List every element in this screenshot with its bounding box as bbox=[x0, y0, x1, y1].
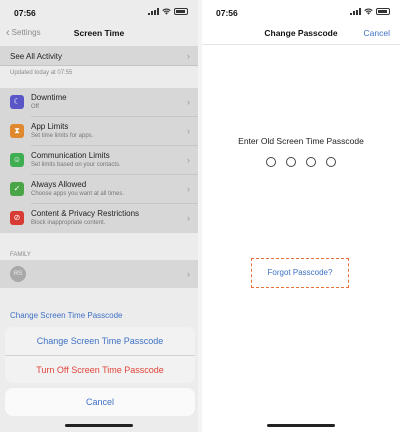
list-item-communication-limits[interactable]: ☺ Communication Limits Set limits based … bbox=[0, 146, 198, 175]
cancel-button[interactable]: Cancel bbox=[364, 28, 390, 38]
screen-time-settings-screen: 07:56 ‹ Settings Screen Time See All Act… bbox=[0, 0, 198, 432]
highlight-box: Forgot Passcode? bbox=[251, 258, 349, 288]
status-bar: 07:56 bbox=[0, 0, 198, 22]
passcode-prompt: Enter Old Screen Time Passcode bbox=[238, 136, 364, 146]
see-all-activity-label: See All Activity bbox=[10, 52, 63, 61]
home-indicator bbox=[65, 424, 133, 427]
item-title: Content & Privacy Restrictions bbox=[31, 209, 140, 218]
chevron-right-icon: › bbox=[187, 97, 190, 107]
chevron-right-icon: › bbox=[187, 155, 190, 165]
check-badge-icon: ✓ bbox=[10, 182, 24, 196]
item-title: Always Allowed bbox=[31, 180, 87, 189]
turn-off-passcode-button[interactable]: Turn Off Screen Time Passcode bbox=[5, 355, 195, 383]
nav-bar: ‹ Settings Screen Time bbox=[0, 22, 198, 46]
item-subtitle: Set time limits for apps. bbox=[31, 133, 94, 139]
passcode-dot bbox=[306, 157, 316, 167]
change-passcode-screen: 07:56 Change Passcode Cancel Enter Old S… bbox=[202, 0, 400, 432]
section-header-family: FAMILY bbox=[10, 252, 31, 258]
passcode-dot bbox=[326, 157, 336, 167]
status-icons bbox=[350, 8, 390, 15]
item-subtitle: Set limits based on your contacts. bbox=[31, 162, 121, 168]
list-item-always-allowed[interactable]: ✓ Always Allowed Choose apps you want at… bbox=[0, 175, 198, 204]
chevron-right-icon: › bbox=[187, 126, 190, 136]
hourglass-icon: ⧗ bbox=[10, 124, 24, 138]
item-title: App Limits bbox=[31, 122, 69, 131]
change-passcode-button[interactable]: Change Screen Time Passcode bbox=[5, 327, 195, 355]
nav-divider bbox=[202, 44, 400, 45]
passcode-dot bbox=[286, 157, 296, 167]
item-title: Downtime bbox=[31, 93, 67, 102]
change-passcode-link[interactable]: Change Screen Time Passcode bbox=[10, 311, 123, 320]
item-subtitle: Block inappropriate content. bbox=[31, 220, 106, 226]
battery-icon bbox=[174, 8, 188, 15]
avatar: RS bbox=[10, 266, 26, 282]
family-member-row[interactable]: RS › bbox=[0, 260, 198, 288]
item-subtitle: Choose apps you want at all times. bbox=[31, 191, 125, 197]
wifi-icon bbox=[162, 8, 171, 15]
passcode-dot bbox=[266, 157, 276, 167]
list-item-downtime[interactable]: ☾ Downtime Off › bbox=[0, 88, 198, 117]
home-indicator bbox=[267, 424, 335, 427]
chevron-right-icon: › bbox=[187, 184, 190, 194]
page-title: Screen Time bbox=[73, 28, 125, 38]
updated-note: Updated today at 07:55 bbox=[10, 70, 73, 76]
signal-icon bbox=[148, 8, 159, 15]
chevron-right-icon: › bbox=[187, 269, 190, 279]
passcode-input[interactable] bbox=[202, 157, 400, 167]
status-icons bbox=[148, 8, 188, 15]
sheet-cancel-button[interactable]: Cancel bbox=[5, 388, 195, 416]
moon-icon: ☾ bbox=[10, 95, 24, 109]
status-time: 07:56 bbox=[14, 8, 36, 18]
see-all-activity-row[interactable]: See All Activity › bbox=[0, 46, 198, 66]
chevron-right-icon: › bbox=[187, 51, 190, 61]
status-time: 07:56 bbox=[216, 8, 238, 18]
chevron-right-icon: › bbox=[187, 213, 190, 223]
status-bar: 07:56 bbox=[202, 0, 400, 22]
item-title: Communication Limits bbox=[31, 151, 110, 160]
no-entry-icon: ⊘ bbox=[10, 211, 24, 225]
list-item-content-privacy[interactable]: ⊘ Content & Privacy Restrictions Block i… bbox=[0, 204, 198, 233]
forgot-passcode-link[interactable]: Forgot Passcode? bbox=[252, 268, 348, 277]
list-item-app-limits[interactable]: ⧗ App Limits Set time limits for apps. › bbox=[0, 117, 198, 146]
signal-icon bbox=[350, 8, 361, 15]
action-sheet: Change Screen Time Passcode Turn Off Scr… bbox=[5, 327, 195, 383]
item-subtitle: Off bbox=[31, 104, 39, 110]
battery-icon bbox=[376, 8, 390, 15]
person-bubble-icon: ☺ bbox=[10, 153, 24, 167]
wifi-icon bbox=[364, 8, 373, 15]
